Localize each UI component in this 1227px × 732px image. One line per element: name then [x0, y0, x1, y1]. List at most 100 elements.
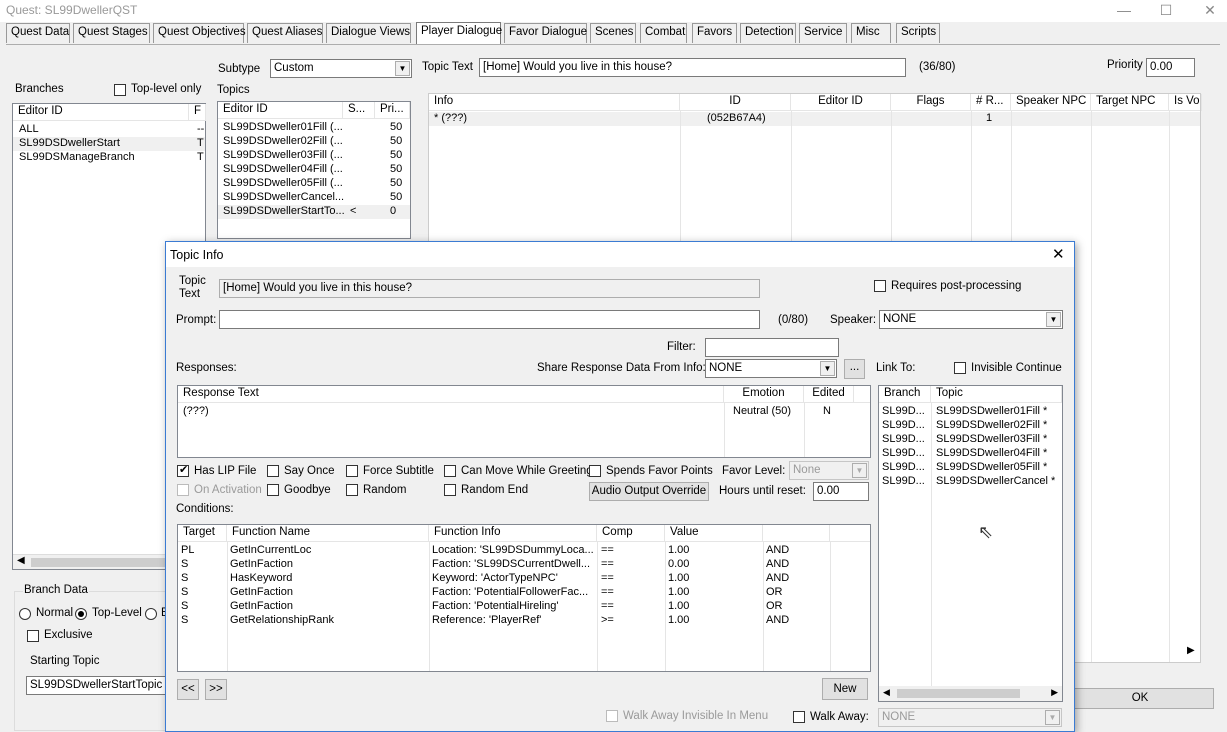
- info-col-editor-id[interactable]: Editor ID: [791, 94, 891, 111]
- table-row[interactable]: S GetRelationshipRank Reference: 'PlayerRe…: [178, 614, 870, 628]
- tab-combat[interactable]: Combat: [640, 23, 687, 43]
- topics-col-priority[interactable]: Pri...: [375, 102, 410, 119]
- close-icon[interactable]: ✕: [1196, 2, 1224, 20]
- random-checkbox[interactable]: [346, 484, 358, 496]
- dialog-close-icon[interactable]: ✕: [1052, 245, 1065, 263]
- scroll-left-icon[interactable]: ◀: [17, 555, 25, 566]
- topics-col-editor-id[interactable]: Editor ID: [218, 102, 343, 119]
- starting-topic-field[interactable]: SL99DSDwellerStartTopic (0: [26, 676, 168, 695]
- table-row[interactable]: PL GetInCurrentLoc Location: 'SL99DSDummyL…: [178, 544, 870, 558]
- list-item[interactable]: SL99D... SL99DSDweller02Fill *: [879, 419, 1062, 433]
- list-item[interactable]: SL99D... SL99DSDweller04Fill *: [879, 447, 1062, 461]
- filter-field[interactable]: [705, 338, 839, 357]
- info-col-responses[interactable]: # R...: [971, 94, 1011, 111]
- branches-col-editor-id[interactable]: Editor ID: [13, 104, 189, 121]
- new-condition-button[interactable]: New: [822, 678, 868, 700]
- link-col-topic[interactable]: Topic: [931, 386, 1062, 403]
- ok-button[interactable]: OK: [1066, 688, 1214, 709]
- table-row[interactable]: S GetInFaction Faction: 'PotentialHireling…: [178, 600, 870, 614]
- radio-normal[interactable]: [19, 608, 31, 620]
- tab-misc[interactable]: Misc: [851, 23, 891, 43]
- exclusive-checkbox[interactable]: [27, 630, 39, 642]
- cond-col-op[interactable]: [763, 525, 830, 542]
- invisible-continue-checkbox[interactable]: [954, 362, 966, 374]
- cond-col-function[interactable]: Function Name: [227, 525, 429, 542]
- scroll-thumb[interactable]: [897, 689, 1020, 698]
- info-col-info[interactable]: Info: [429, 94, 680, 111]
- random-end-checkbox[interactable]: [444, 484, 456, 496]
- chevron-down-icon[interactable]: ▼: [395, 61, 410, 76]
- hours-until-reset-field[interactable]: 0.00: [813, 482, 869, 501]
- cond-col-comp[interactable]: Comp: [597, 525, 665, 542]
- cond-col-info[interactable]: Function Info: [429, 525, 597, 542]
- tab-quest-objectives[interactable]: Quest Objectives: [153, 23, 246, 43]
- list-item[interactable]: SL99DSDwellerStart T: [13, 137, 205, 151]
- list-item[interactable]: SL99D... SL99DSDwellerCancel *: [879, 475, 1062, 489]
- force-subtitle-checkbox[interactable]: [346, 465, 358, 477]
- toplevel-only-checkbox[interactable]: [114, 84, 126, 96]
- tab-quest-aliases[interactable]: Quest Aliases: [247, 23, 323, 43]
- tab-service[interactable]: Service: [799, 23, 847, 43]
- maximize-icon[interactable]: ☐: [1152, 2, 1180, 20]
- list-item[interactable]: SL99DSDwellerCancel... 50: [218, 191, 410, 205]
- resp-col-edited[interactable]: Edited: [804, 386, 854, 403]
- topics-col-s[interactable]: S...: [343, 102, 375, 119]
- next-button[interactable]: >>: [205, 679, 227, 700]
- list-item[interactable]: SL99DSDweller05Fill (... 50: [218, 177, 410, 191]
- info-col-flags[interactable]: Flags: [891, 94, 971, 111]
- tab-player-dialogue[interactable]: Player Dialogue: [416, 22, 502, 45]
- list-item[interactable]: SL99DSDweller01Fill (... 50: [218, 121, 410, 135]
- scroll-right-icon[interactable]: ▶: [1187, 645, 1195, 656]
- conditions-list[interactable]: Target Function Name Function Info Comp …: [177, 524, 871, 672]
- list-item[interactable]: SL99DSDweller03Fill (... 50: [218, 149, 410, 163]
- say-once-checkbox[interactable]: [267, 465, 279, 477]
- audio-output-override-button[interactable]: Audio Output Override: [589, 482, 709, 501]
- tab-favor-dialogue[interactable]: Favor Dialogue: [504, 23, 587, 43]
- cond-col-value[interactable]: Value: [665, 525, 763, 542]
- subtype-select[interactable]: Custom ▼: [270, 59, 412, 78]
- branches-col-f[interactable]: F: [189, 104, 206, 121]
- ellipsis-button[interactable]: ...: [844, 359, 865, 379]
- topics-list[interactable]: Editor ID S... Pri... SL99DSDweller01Fil…: [217, 101, 411, 239]
- resp-col-text[interactable]: Response Text: [178, 386, 724, 403]
- topic-text-field[interactable]: [Home] Would you live in this house?: [479, 58, 906, 77]
- chevron-down-icon[interactable]: ▼: [820, 361, 835, 376]
- prompt-field[interactable]: [219, 310, 760, 329]
- chevron-down-icon[interactable]: ▼: [1046, 312, 1061, 327]
- info-col-id[interactable]: ID: [680, 94, 791, 111]
- info-col-speaker-npc[interactable]: Speaker NPC: [1011, 94, 1091, 111]
- can-move-checkbox[interactable]: [444, 465, 456, 477]
- radio-blocking[interactable]: [145, 608, 157, 620]
- minimize-icon[interactable]: —: [1110, 2, 1138, 20]
- prev-button[interactable]: <<: [177, 679, 199, 700]
- goodbye-checkbox[interactable]: [267, 484, 279, 496]
- spends-favor-checkbox[interactable]: [589, 465, 601, 477]
- scroll-right-icon[interactable]: ▶: [1051, 687, 1058, 698]
- table-row[interactable]: S GetInFaction Faction: 'PotentialFollower…: [178, 586, 870, 600]
- link-to-list[interactable]: Branch Topic SL99D... SL99DSDweller01Fill…: [878, 385, 1063, 702]
- scroll-left-icon[interactable]: ◀: [883, 687, 890, 698]
- tab-detection[interactable]: Detection: [740, 23, 796, 43]
- table-row[interactable]: * (???) (052B67A4) 1: [429, 112, 1200, 126]
- share-response-select[interactable]: NONE ▼: [705, 359, 837, 378]
- requires-post-checkbox[interactable]: [874, 280, 886, 292]
- walk-away-checkbox[interactable]: [793, 711, 805, 723]
- resp-col-emotion[interactable]: Emotion: [724, 386, 804, 403]
- tab-scripts[interactable]: Scripts: [896, 23, 940, 43]
- table-row[interactable]: (???) Neutral (50) N: [178, 405, 870, 419]
- tab-scenes[interactable]: Scenes: [590, 23, 636, 43]
- tab-dialogue-views[interactable]: Dialogue Views: [326, 23, 411, 43]
- responses-list[interactable]: Response Text Emotion Edited (???) Neutr…: [177, 385, 871, 458]
- list-item[interactable]: SL99DSDweller04Fill (... 50: [218, 163, 410, 177]
- list-item[interactable]: SL99DSDweller02Fill (... 50: [218, 135, 410, 149]
- tab-favors[interactable]: Favors: [692, 23, 737, 43]
- info-col-is-voiced[interactable]: Is Vo: [1169, 94, 1202, 111]
- has-lip-checkbox[interactable]: ✔: [177, 464, 189, 477]
- list-item[interactable]: ALL --: [13, 123, 205, 137]
- table-row[interactable]: S HasKeyword Keyword: 'ActorTypeNPC' == 1.00…: [178, 572, 870, 586]
- cond-col-target[interactable]: Target: [178, 525, 227, 542]
- tab-quest-stages[interactable]: Quest Stages: [73, 23, 150, 43]
- link-col-branch[interactable]: Branch: [879, 386, 931, 403]
- list-item[interactable]: SL99D... SL99DSDweller01Fill *: [879, 405, 1062, 419]
- list-item[interactable]: SL99D... SL99DSDweller03Fill *: [879, 433, 1062, 447]
